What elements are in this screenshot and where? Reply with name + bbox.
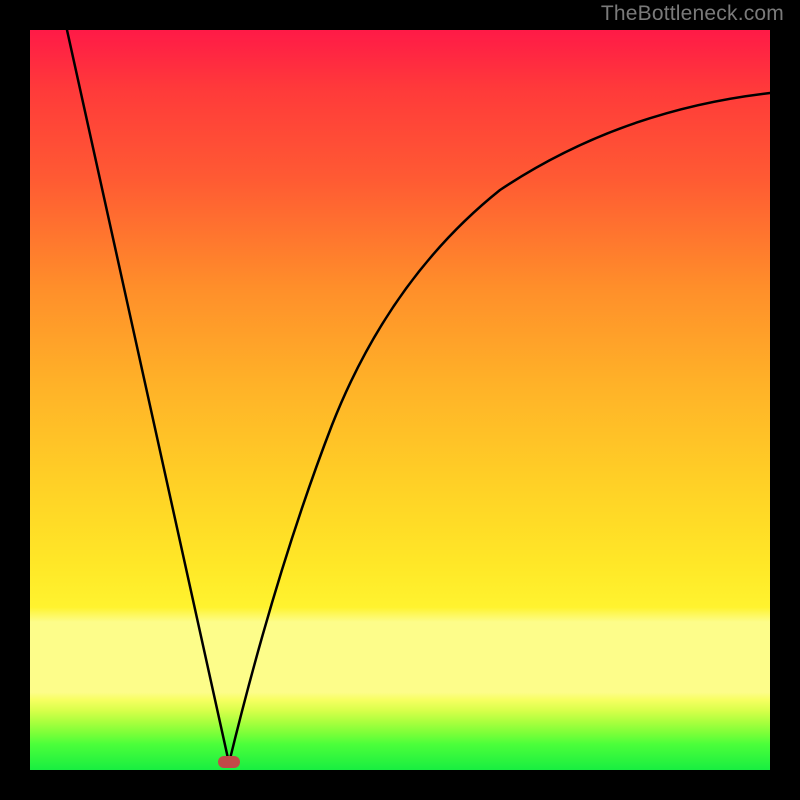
curve-right-branch [229,93,770,763]
watermark-text: TheBottleneck.com [601,2,784,26]
bottleneck-curve [30,30,770,770]
optimal-marker [218,756,240,768]
curve-left-branch [67,30,229,763]
canvas: TheBottleneck.com [0,0,800,800]
plot-area [30,30,770,770]
